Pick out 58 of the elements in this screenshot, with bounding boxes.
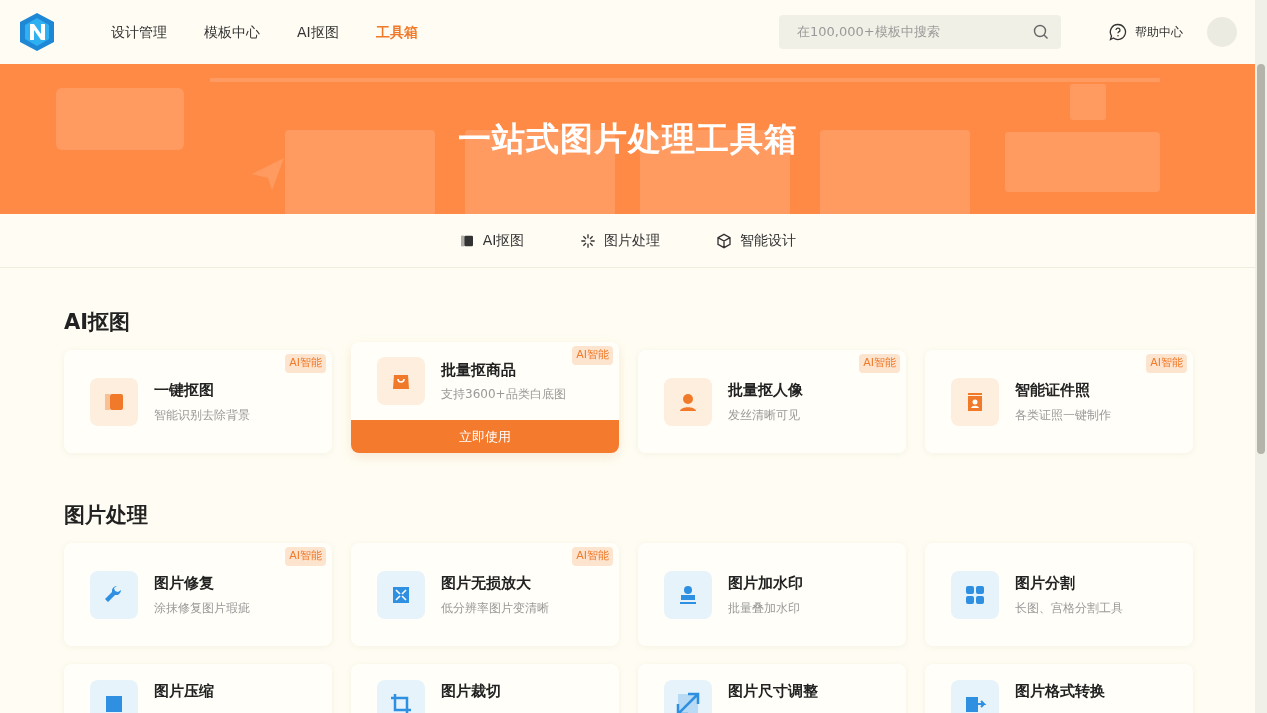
- card-description: 长图、宫格分割工具: [1015, 599, 1123, 617]
- tool-card[interactable]: 图片尺寸调整: [638, 664, 906, 713]
- tool-card[interactable]: 图片格式转换: [925, 664, 1193, 713]
- card-title: 图片压缩: [154, 681, 214, 702]
- help-icon[interactable]: [1109, 23, 1127, 41]
- resize-arrow-icon: [676, 692, 700, 713]
- tool-card[interactable]: 图片分割 长图、宫格分割工具: [925, 543, 1193, 646]
- card-description: 支持3600+品类白底图: [441, 386, 566, 404]
- card-title: 图片无损放大: [441, 573, 532, 595]
- ai-tag: AI智能: [1146, 354, 1187, 373]
- card-description: 涂抹修复图片瑕疵: [154, 599, 250, 617]
- card-title: 批量抠人像: [728, 380, 803, 402]
- card-title: 图片修复: [154, 573, 215, 595]
- crop-icon: [389, 692, 413, 713]
- card-title: 图片格式转换: [1015, 681, 1105, 702]
- tool-card[interactable]: 图片裁切: [351, 664, 619, 713]
- card-description: 智能识别去除背景: [154, 406, 250, 424]
- card-title: 一键抠图: [154, 380, 215, 402]
- tool-card[interactable]: 批量抠商品 支持3600+品类白底图 AI智能 立即使用: [351, 342, 619, 453]
- card-title: 图片加水印: [728, 573, 803, 595]
- card-title: 图片分割: [1015, 573, 1076, 595]
- card-description: 各类证照一键制作: [1015, 406, 1111, 424]
- section-heading: AI抠图: [64, 309, 132, 336]
- search-icon[interactable]: [1033, 24, 1049, 40]
- card-description: 低分辨率图片变清晰: [441, 599, 549, 617]
- card-title: 批量抠商品: [441, 359, 517, 381]
- banner-title: 一站式图片处理工具箱: [457, 119, 798, 159]
- ai-tag: AI智能: [572, 346, 613, 365]
- section-tab[interactable]: 智能设计: [740, 230, 797, 251]
- sparkle-icon: [580, 232, 597, 249]
- nav-tab[interactable]: AI抠图: [297, 21, 339, 43]
- ai-tag: AI智能: [285, 354, 326, 373]
- logo-icon[interactable]: [18, 12, 56, 52]
- card-description: 发丝清晰可见: [728, 406, 801, 424]
- tool-card[interactable]: 一键抠图 智能识别去除背景 AI智能: [64, 350, 332, 453]
- ai-tag: AI智能: [859, 354, 900, 373]
- tool-card[interactable]: 图片无损放大 低分辨率图片变清晰 AI智能: [351, 543, 619, 646]
- card-title: 智能证件照: [1015, 380, 1091, 402]
- nav-tab[interactable]: 设计管理: [111, 21, 167, 43]
- ai-tag: AI智能: [572, 547, 613, 566]
- cube-icon: [716, 232, 733, 249]
- tool-card[interactable]: 图片压缩: [64, 664, 332, 713]
- section-tab[interactable]: 图片处理: [604, 230, 661, 251]
- card-title: 图片尺寸调整: [728, 681, 818, 702]
- scrollbar[interactable]: [1255, 0, 1267, 713]
- search-bar[interactable]: 在100,000+模板中搜索: [779, 15, 1061, 49]
- tool-card[interactable]: 智能证件照 各类证照一键制作 AI智能: [925, 350, 1193, 453]
- help-center-link[interactable]: 帮助中心: [1135, 23, 1183, 41]
- card-description: 批量叠加水印: [728, 599, 801, 617]
- tool-card[interactable]: 批量抠人像 发丝清晰可见 AI智能: [638, 350, 906, 453]
- ai-tag: AI智能: [285, 547, 326, 566]
- tool-card[interactable]: 图片修复 涂抹修复图片瑕疵 AI智能: [64, 543, 332, 646]
- tool-card[interactable]: 图片加水印 批量叠加水印: [638, 543, 906, 646]
- card-title: 图片裁切: [441, 681, 501, 702]
- section-heading: 图片处理: [64, 502, 149, 529]
- search-field[interactable]: 在100,000+模板中搜索: [795, 21, 1033, 43]
- section-tab[interactable]: AI抠图: [482, 230, 525, 251]
- nav-tab[interactable]: 模板中心: [204, 21, 260, 43]
